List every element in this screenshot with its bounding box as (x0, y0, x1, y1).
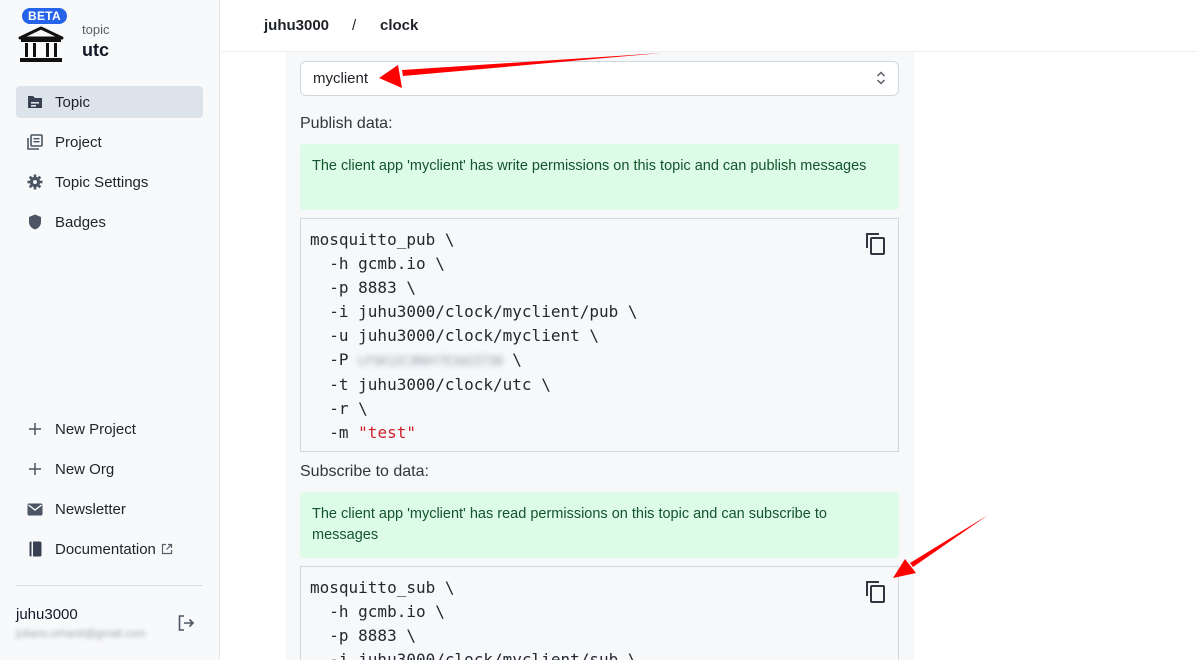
sidebar-item-project[interactable]: Project (16, 126, 203, 158)
code-line: -t juhu3000/clock/utc \ (310, 375, 551, 394)
sidebar-divider (16, 585, 203, 586)
user-email: juliano.orhanit@gmail.com (16, 628, 146, 640)
sidebar-item-label: New Org (55, 460, 115, 478)
shield-icon (26, 213, 44, 231)
sidebar-item-label: Topic Settings (55, 173, 149, 191)
chevron-updown-icon (876, 70, 886, 90)
building-logo-icon (18, 26, 64, 62)
beta-badge: BETA (22, 8, 67, 24)
sidebar-item-new-org[interactable]: New Org (16, 453, 203, 485)
breadcrumb-project[interactable]: juhu3000 (264, 17, 329, 34)
subscribe-code-block[interactable]: mosquitto_sub \ -h gcmb.io \ -p 8883 \ -… (300, 566, 899, 660)
code-line: -p 8883 \ (310, 626, 416, 645)
publish-permission-alert: The client app 'myclient' has write perm… (300, 144, 899, 210)
top-bar: juhu3000 / clock (221, 0, 1197, 52)
sidebar-item-label: Project (55, 133, 102, 151)
breadcrumb-separator: / (352, 17, 357, 34)
app-logo[interactable]: BETA (18, 8, 78, 62)
password-masked: LFSK12C3RAY7E3d2Z738 (358, 354, 503, 368)
sidebar-item-documentation[interactable]: Documentation (16, 533, 203, 565)
sidebar-item-label: Newsletter (55, 500, 126, 518)
code-line: -r \ (310, 399, 368, 418)
sidebar-item-label: Documentation (55, 540, 156, 558)
message-string: "test" (358, 423, 416, 442)
book-icon (26, 540, 44, 558)
plus-icon (26, 420, 44, 438)
client-select-value: myclient (313, 70, 369, 87)
mail-icon (26, 500, 44, 518)
code-line: -p 8883 \ (310, 278, 416, 297)
sidebar-item-topic[interactable]: Topic (16, 86, 203, 118)
code-line-password: -P LFSK12C3RAY7E3d2Z738 \ (310, 350, 522, 369)
code-line: mosquitto_pub \ (310, 230, 455, 249)
breadcrumb-topic[interactable]: clock (380, 17, 418, 34)
topic-kicker: topic (82, 22, 110, 37)
code-line: -u juhu3000/clock/myclient \ (310, 326, 599, 345)
publish-label: Publish data: (300, 115, 393, 132)
sidebar-item-label: Badges (55, 213, 106, 231)
subscribe-label: Subscribe to data: (300, 463, 429, 480)
message-flag: -m (310, 423, 359, 442)
copy-icon[interactable] (864, 579, 886, 610)
gear-icon (26, 173, 44, 191)
sidebar-item-label: New Project (55, 420, 136, 438)
code-line: -h gcmb.io \ (310, 602, 445, 621)
code-line: -i juhu3000/clock/myclient/pub \ (310, 302, 638, 321)
sidebar-item-topic-settings[interactable]: Topic Settings (16, 166, 203, 198)
code-line: -h gcmb.io \ (310, 254, 445, 273)
user-name: juhu3000 (16, 606, 78, 623)
code-line-message: -m "test" (310, 421, 889, 445)
code-line: mosquitto_sub \ (310, 578, 455, 597)
publish-code-block[interactable]: mosquitto_pub \ -h gcmb.io \ -p 8883 \ -… (300, 218, 899, 452)
plus-icon (26, 460, 44, 478)
password-flag: -P (310, 350, 359, 369)
topic-name: utc (82, 40, 109, 60)
code-line: -i juhu3000/clock/myclient/sub \ (310, 650, 638, 660)
sidebar-item-newsletter[interactable]: Newsletter (16, 493, 203, 525)
project-icon (26, 133, 44, 151)
logout-icon[interactable] (177, 614, 195, 637)
sidebar-item-badges[interactable]: Badges (16, 206, 203, 238)
copy-icon[interactable] (864, 231, 886, 262)
sidebar-item-new-project[interactable]: New Project (16, 413, 203, 445)
external-link-icon (161, 543, 173, 555)
client-select[interactable]: myclient (300, 61, 899, 96)
topic-icon (26, 93, 44, 111)
sidebar: BETA topic utc Topic Project Topic Setti… (0, 0, 220, 660)
sidebar-item-label: Topic (55, 93, 91, 111)
subscribe-permission-alert: The client app 'myclient' has read permi… (300, 492, 899, 558)
